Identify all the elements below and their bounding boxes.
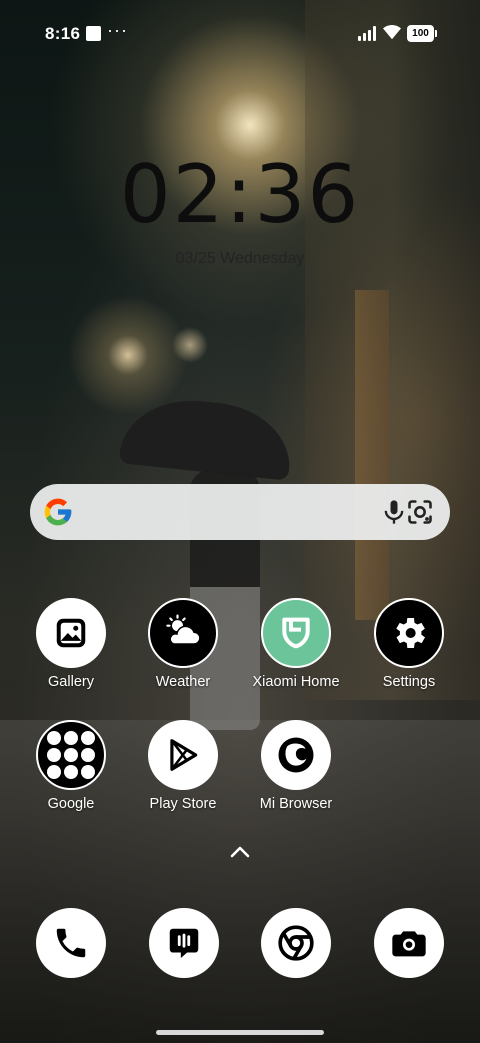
battery-icon: 100 (407, 25, 437, 42)
app-label: Settings (382, 674, 436, 690)
chrome-icon (278, 925, 314, 961)
dock-chrome[interactable] (261, 908, 331, 978)
dock-phone[interactable] (36, 908, 106, 978)
app-play-store[interactable]: Play Store (127, 720, 239, 812)
camera-icon (392, 931, 426, 957)
google-mini-icon (47, 731, 61, 745)
play-store-icon (148, 720, 218, 790)
wallpaper-pillar (355, 290, 389, 620)
youtube-mini-icon (47, 748, 61, 762)
maps-mini-icon (81, 731, 95, 745)
date-text[interactable]: 03/25 Wednesday (0, 250, 480, 268)
signal-icon (358, 25, 378, 41)
lens-icon[interactable] (406, 498, 434, 526)
drive-mini-icon (64, 748, 78, 762)
app-label: Mi Browser (259, 796, 333, 812)
xiaomi-home-icon (261, 598, 331, 668)
more-notifications-icon: ··· (107, 20, 128, 40)
status-time: 8:16 (45, 24, 81, 43)
mi-browser-icon (261, 720, 331, 790)
home-indicator[interactable] (156, 1030, 324, 1035)
mic-icon[interactable] (380, 498, 408, 526)
contacts-mini-icon (81, 765, 95, 779)
app-label: Xiaomi Home (252, 674, 340, 690)
weather-icon (148, 598, 218, 668)
app-drawer-chevron-up-icon[interactable] (228, 842, 252, 860)
duo-mini-icon (81, 748, 95, 762)
wifi-icon (383, 24, 401, 40)
wallpaper-building (305, 0, 480, 700)
gmail-mini-icon (64, 731, 78, 745)
app-weather[interactable]: Weather (127, 598, 239, 690)
google-g-icon (44, 498, 72, 526)
gallery-icon (36, 598, 106, 668)
pinwheel-mini-icon (64, 765, 78, 779)
app-gallery[interactable]: Gallery (15, 598, 127, 690)
photos-mini-icon (47, 765, 61, 779)
app-label: Gallery (48, 674, 94, 690)
status-bar: 8:16 ··· 100 (0, 0, 480, 64)
google-folder-icon (36, 720, 106, 790)
app-folder-google[interactable]: Google (15, 720, 127, 812)
app-label: Google (47, 796, 95, 812)
app-settings[interactable]: Settings (353, 598, 465, 690)
app-label: Weather (155, 674, 211, 690)
phone-icon (56, 928, 86, 958)
app-xiaomi-home[interactable]: Xiaomi Home (240, 598, 352, 690)
dock-camera[interactable] (374, 908, 444, 978)
messages-icon (169, 928, 199, 959)
dock-messages[interactable] (149, 908, 219, 978)
app-mi-browser[interactable]: Mi Browser (240, 720, 352, 812)
app-label: Play Store (149, 796, 217, 812)
google-search-bar[interactable] (30, 484, 450, 540)
gear-icon (374, 598, 444, 668)
clock-widget[interactable]: 02:36 (0, 148, 480, 241)
notification-square-icon (86, 26, 101, 41)
